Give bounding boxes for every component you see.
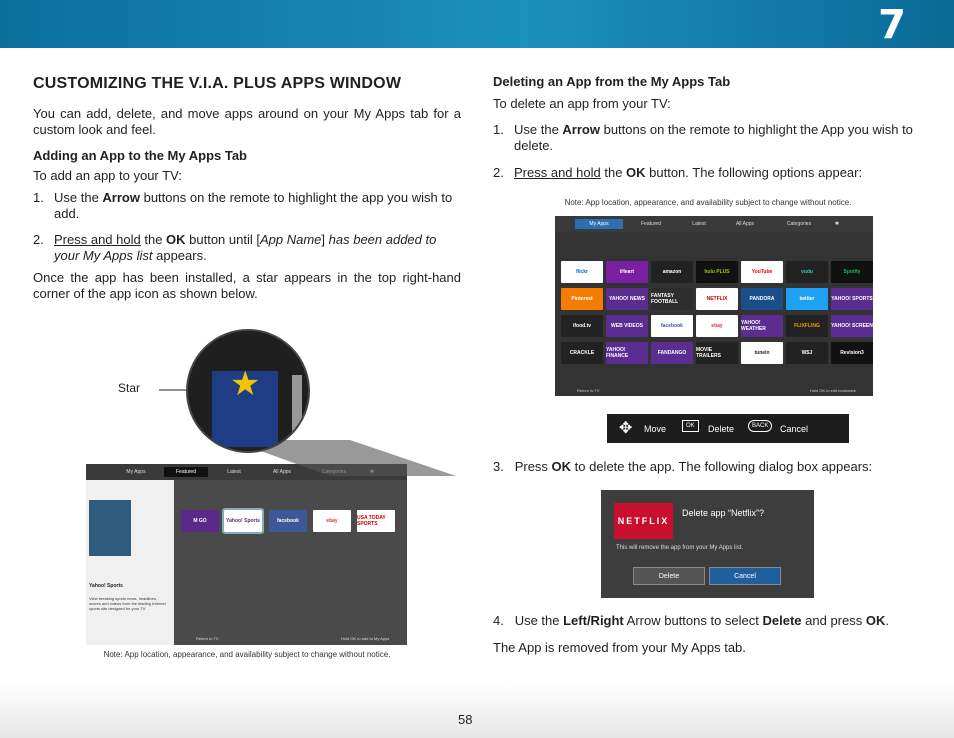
right-column: Deleting an App from the My Apps Tab To …: [493, 74, 923, 191]
arrows-icon: ✥: [619, 420, 633, 437]
delete-app-dialog: NETFLIX Delete app “Netflix”? This will …: [601, 490, 814, 598]
installed-paragraph: Once the app has been installed, a star …: [33, 270, 461, 301]
dialog-cancel-button[interactable]: Cancel: [709, 567, 781, 585]
app-tile: YAHOO! SCREEN: [831, 315, 873, 337]
tile-facebook: facebook: [269, 510, 307, 532]
app-tile: iHeart: [606, 261, 648, 283]
app-tile: YouTube: [741, 261, 783, 283]
app-tile: YAHOO! SPORTS: [831, 288, 873, 310]
tab-featured: Featured: [640, 221, 661, 227]
screenshot-bottom-right: Hold OK to add to My Apps: [341, 636, 390, 641]
app-tile: FANTASY FOOTBALL: [651, 288, 693, 310]
add-step-1: 1. Use the Arrow buttons on the remote t…: [33, 190, 453, 221]
section-title: CUSTOMIZING THE V.I.A. PLUS APPS WINDOW: [33, 75, 402, 92]
app-tile: facebook: [651, 315, 693, 337]
gear-icon: ✱: [834, 221, 840, 227]
app-tile: WEB VIDEOS: [606, 315, 648, 337]
screenshot-menu-bar: My Apps Featured Latest All Apps Categor…: [555, 216, 873, 232]
tab-latest: Latest: [692, 221, 706, 227]
cancel-option: Cancel: [780, 424, 809, 434]
app-tile: vudu: [786, 261, 828, 283]
intro-paragraph: You can add, delete, and move apps aroun…: [33, 106, 461, 137]
app-tile: CRACKLE: [561, 342, 603, 364]
app-tile: hulu PLUS: [696, 261, 738, 283]
tile-usa-today: USA TODAY SPORTS: [357, 510, 395, 532]
delete-step-1: 1. Use the Arrow buttons on the remote t…: [493, 122, 913, 153]
netflix-logo: NETFLIX: [614, 503, 673, 539]
star-magnifier: ★: [186, 329, 310, 453]
tile-mgo: M GO: [181, 510, 219, 532]
left-note: Note: App location, appearance, and avai…: [103, 650, 391, 659]
delete-steps-list: 1. Use the Arrow buttons on the remote t…: [493, 122, 923, 181]
app-tile: WSJ: [786, 342, 828, 364]
app-tile: ebay: [696, 315, 738, 337]
app-tile: PANDORA: [741, 288, 783, 310]
add-app-lead: To add an app to your TV:: [33, 168, 182, 183]
right-note: Note: App location, appearance, and avai…: [564, 198, 852, 207]
app-tile: ifood.tv: [561, 315, 603, 337]
star-callout-label: Star: [118, 381, 141, 395]
app-tile: YAHOO! NEWS: [606, 288, 648, 310]
app-tile: tunein: [741, 342, 783, 364]
chapter-number: 7: [878, 2, 906, 48]
add-step-2: 2. Press and hold the OK button until [A…: [33, 232, 437, 263]
page-number: 58: [458, 712, 473, 727]
dialog-delete-button[interactable]: Delete: [633, 567, 705, 585]
app-tile: twitter: [786, 288, 828, 310]
back-key-icon: BACK: [748, 420, 773, 432]
dialog-title: Delete app “Netflix”?: [682, 508, 765, 518]
page-footer: [0, 684, 954, 738]
app-tile: MOVIE TRAILERS: [696, 342, 738, 364]
app-info-panel: Yahoo! Sports View breaking sports news,…: [86, 480, 174, 645]
delete-step-3: 3. Press OK to delete the app. The follo…: [493, 459, 873, 474]
delete-step-2: 2. Press and hold the OK button. The fol…: [493, 165, 863, 180]
tab-categories: Categories: [786, 221, 812, 227]
removed-paragraph: The App is removed from your My Apps tab…: [493, 640, 746, 655]
app-tile: YAHOO! WEATHER: [741, 315, 783, 337]
screenshot-bottom-left: Return to TV: [577, 388, 600, 393]
app-tile: amazon: [651, 261, 693, 283]
delete-step-4: 4. Use the Left/Right Arrow buttons to s…: [493, 613, 889, 628]
app-preview-image: [89, 500, 131, 556]
star-icon: ★: [230, 365, 261, 403]
app-tile: FLIXFLING: [786, 315, 828, 337]
delete-app-lead: To delete an app from your TV:: [493, 96, 671, 111]
app-tile: Spotify: [831, 261, 873, 283]
ok-key-icon: OK: [682, 420, 699, 432]
dialog-subtitle: This will remove the app from your My Ap…: [616, 545, 744, 551]
left-column: CUSTOMIZING THE V.I.A. PLUS APPS WINDOW …: [33, 74, 461, 302]
tab-all-apps: All Apps: [735, 221, 755, 227]
screenshot-bottom-right: Hold OK to edit bookmark: [810, 388, 856, 393]
delete-option: Delete: [708, 424, 735, 434]
tile-yahoo-sports: Yahoo! Sports: [222, 508, 264, 534]
add-app-heading: Adding an App to the My Apps Tab: [33, 148, 247, 163]
app-description: View breaking sports news, headlines, sc…: [89, 596, 166, 611]
app-tile: Revision3: [831, 342, 873, 364]
screenshot-bottom-left: Return to TV: [196, 636, 219, 641]
move-option: Move: [644, 424, 667, 434]
app-tile: NETFLIX: [696, 288, 738, 310]
chapter-header-bar: 7: [0, 0, 954, 48]
app-tile: FANDANGO: [651, 342, 693, 364]
tab-my-apps: My Apps: [575, 219, 623, 229]
edit-options-bar: ✥ Move OK Delete BACK Cancel: [607, 414, 849, 443]
app-title: Yahoo! Sports: [89, 583, 123, 589]
my-apps-screenshot: My Apps Featured Latest All Apps Categor…: [555, 216, 873, 396]
app-tile: YAHOO! FINANCE: [606, 342, 648, 364]
tile-ebay: ebay: [313, 510, 351, 532]
featured-tab-screenshot: My Apps Featured Latest All Apps Categor…: [86, 464, 407, 645]
delete-app-heading: Deleting an App from the My Apps Tab: [493, 74, 731, 89]
add-steps-list: 1. Use the Arrow buttons on the remote t…: [33, 190, 461, 264]
app-tile: Pinterest: [561, 288, 603, 310]
app-tile: flickr: [561, 261, 603, 283]
